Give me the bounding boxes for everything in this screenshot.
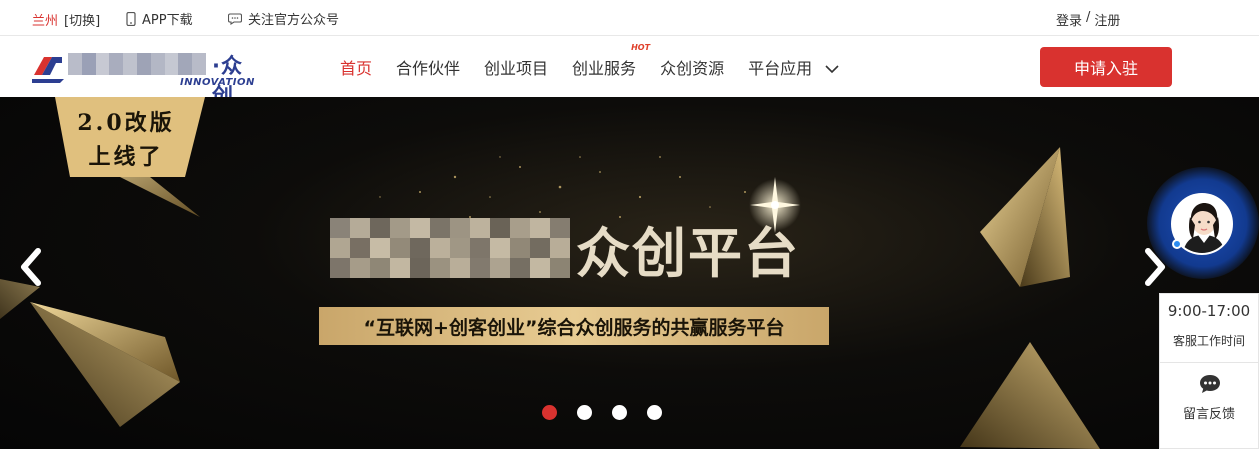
switch-city-link[interactable]: [切换] <box>64 10 100 29</box>
slide-indicators <box>542 405 662 420</box>
register-link[interactable]: 注册 <box>1094 10 1120 29</box>
support-panel: 9:00-17:00 客服工作时间 留言反馈 <box>1159 293 1259 449</box>
app-download-label: APP下载 <box>142 13 193 28</box>
banner-slogan: “互联网+创客创业”综合众创服务的共赢服务平台 <box>319 307 829 345</box>
follow-account-link[interactable]: 关注官方公众号 <box>228 9 339 28</box>
headline-redacted <box>330 218 570 278</box>
top-bar: 兰州 [切换] APP下载 关注官方公众号 登录 / 注册 <box>0 0 1259 36</box>
version-badge: 2.0改版 上线了 <box>50 97 202 177</box>
service-hours: 9:00-17:00 <box>1167 302 1251 320</box>
nav-item-partners[interactable]: 合作伙伴 <box>396 55 460 79</box>
slide-dot-3[interactable] <box>612 405 627 420</box>
nav-item-apps[interactable]: 平台应用 <box>748 55 839 79</box>
follow-account-label: 关注官方公众号 <box>248 13 340 28</box>
nav-item-apps-label: 平台应用 <box>748 59 813 78</box>
login-link[interactable]: 登录 <box>1056 10 1082 29</box>
slide-dot-2[interactable] <box>577 405 592 420</box>
site-logo[interactable]: ·众创 INNOVATION <box>30 45 260 108</box>
logo-subtitle: INNOVATION <box>180 77 255 88</box>
chat-bubble-icon <box>228 12 242 25</box>
logo-mark-icon <box>32 57 64 83</box>
auth-separator: / <box>1086 10 1091 25</box>
feedback-button[interactable]: 留言反馈 <box>1160 403 1258 422</box>
online-status-dot <box>1172 239 1182 249</box>
nav-item-services-label: 创业服务 <box>572 59 637 78</box>
prev-slide-arrow-icon[interactable] <box>16 247 46 287</box>
current-city: 兰州 <box>32 14 59 29</box>
hot-badge: HOT <box>631 43 651 52</box>
hero-banner[interactable]: 2.0改版 上线了 众创平台 “互联网+创客创业”综合众创服务的共赢服务平台 <box>0 97 1259 449</box>
logo-name-redacted <box>68 53 206 75</box>
version-badge-line2: 上线了 <box>88 144 164 170</box>
support-widget: 9:00-17:00 客服工作时间 留言反馈 <box>1147 167 1259 449</box>
phone-icon <box>126 11 136 26</box>
nav-item-projects[interactable]: 创业项目 <box>484 55 548 79</box>
slide-dot-4[interactable] <box>647 405 662 420</box>
banner-headline: 众创平台 <box>330 213 800 285</box>
nav-item-services[interactable]: 创业服务 HOT <box>572 43 650 79</box>
app-download-link[interactable]: APP下载 <box>126 9 193 28</box>
feedback-chat-icon[interactable] <box>1199 374 1221 394</box>
version-badge-line1: 2.0改版 <box>77 110 175 136</box>
apply-join-button[interactable]: 申请入驻 <box>1040 47 1172 87</box>
slide-dot-1[interactable] <box>542 405 557 420</box>
main-nav: ·众创 INNOVATION 首页 合作伙伴 创业项目 创业服务 HOT 众创资… <box>0 37 1259 108</box>
service-hours-label: 客服工作时间 <box>1172 334 1245 348</box>
auth-links: 登录 / 注册 <box>1056 10 1120 29</box>
chevron-down-icon <box>825 65 839 74</box>
nav-item-home[interactable]: 首页 <box>340 55 372 79</box>
nav-item-resources[interactable]: 众创资源 <box>660 55 724 79</box>
nav-menu: 首页 合作伙伴 创业项目 创业服务 HOT 众创资源 平台应用 <box>340 37 863 97</box>
panel-divider <box>1160 362 1258 363</box>
headline-text: 众创平台 <box>576 221 800 285</box>
